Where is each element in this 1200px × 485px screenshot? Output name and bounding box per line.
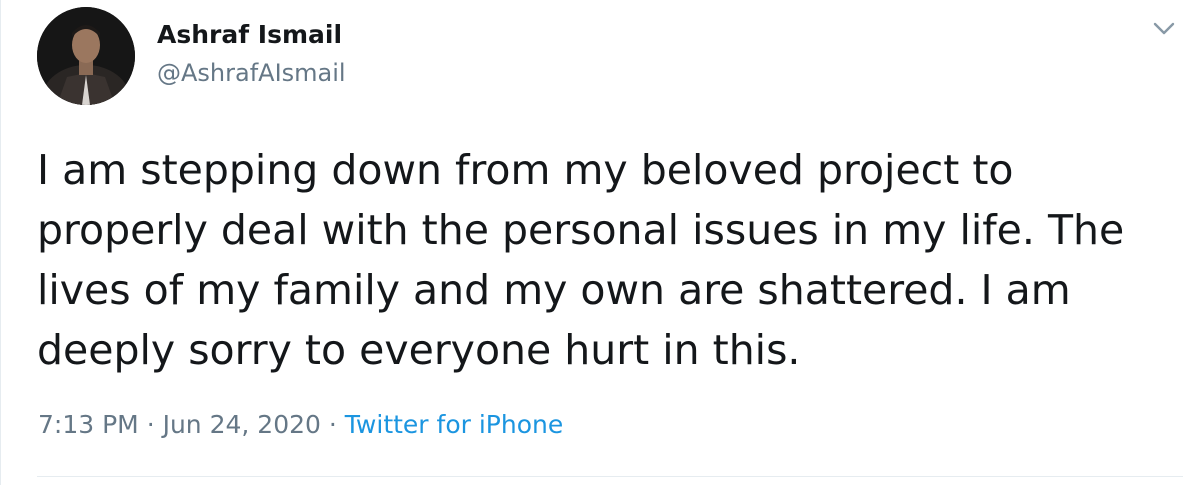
author-display-name[interactable]: Ashraf Ismail xyxy=(157,20,342,49)
tweet-metadata: 7:13 PM · Jun 24, 2020 · Twitter for iPh… xyxy=(38,410,563,439)
tweet-time[interactable]: 7:13 PM xyxy=(38,410,139,439)
tweet-date[interactable]: Jun 24, 2020 xyxy=(163,410,321,439)
divider xyxy=(37,476,1183,477)
tweet-text-line: I am stepping down from my beloved proje… xyxy=(37,146,1014,194)
author-handle[interactable]: @AshrafAIsmail xyxy=(157,59,346,87)
meta-separator: · xyxy=(328,410,337,439)
tweet-text: I am stepping down from my beloved proje… xyxy=(37,140,1187,380)
tweet-text-line: lives of my family and my own are shatte… xyxy=(37,266,1071,314)
tweet-source-link[interactable]: Twitter for iPhone xyxy=(345,410,563,439)
tweet-card: Ashraf Ismail @AshrafAIsmail I am steppi… xyxy=(0,0,1200,485)
meta-separator: · xyxy=(146,410,155,439)
chevron-down-icon[interactable] xyxy=(1149,14,1179,44)
tweet-text-line: properly deal with the personal issues i… xyxy=(37,206,1125,254)
tweet-text-line: deeply sorry to everyone hurt in this. xyxy=(37,326,801,374)
profile-photo-icon xyxy=(37,7,135,105)
avatar[interactable] xyxy=(37,7,135,105)
